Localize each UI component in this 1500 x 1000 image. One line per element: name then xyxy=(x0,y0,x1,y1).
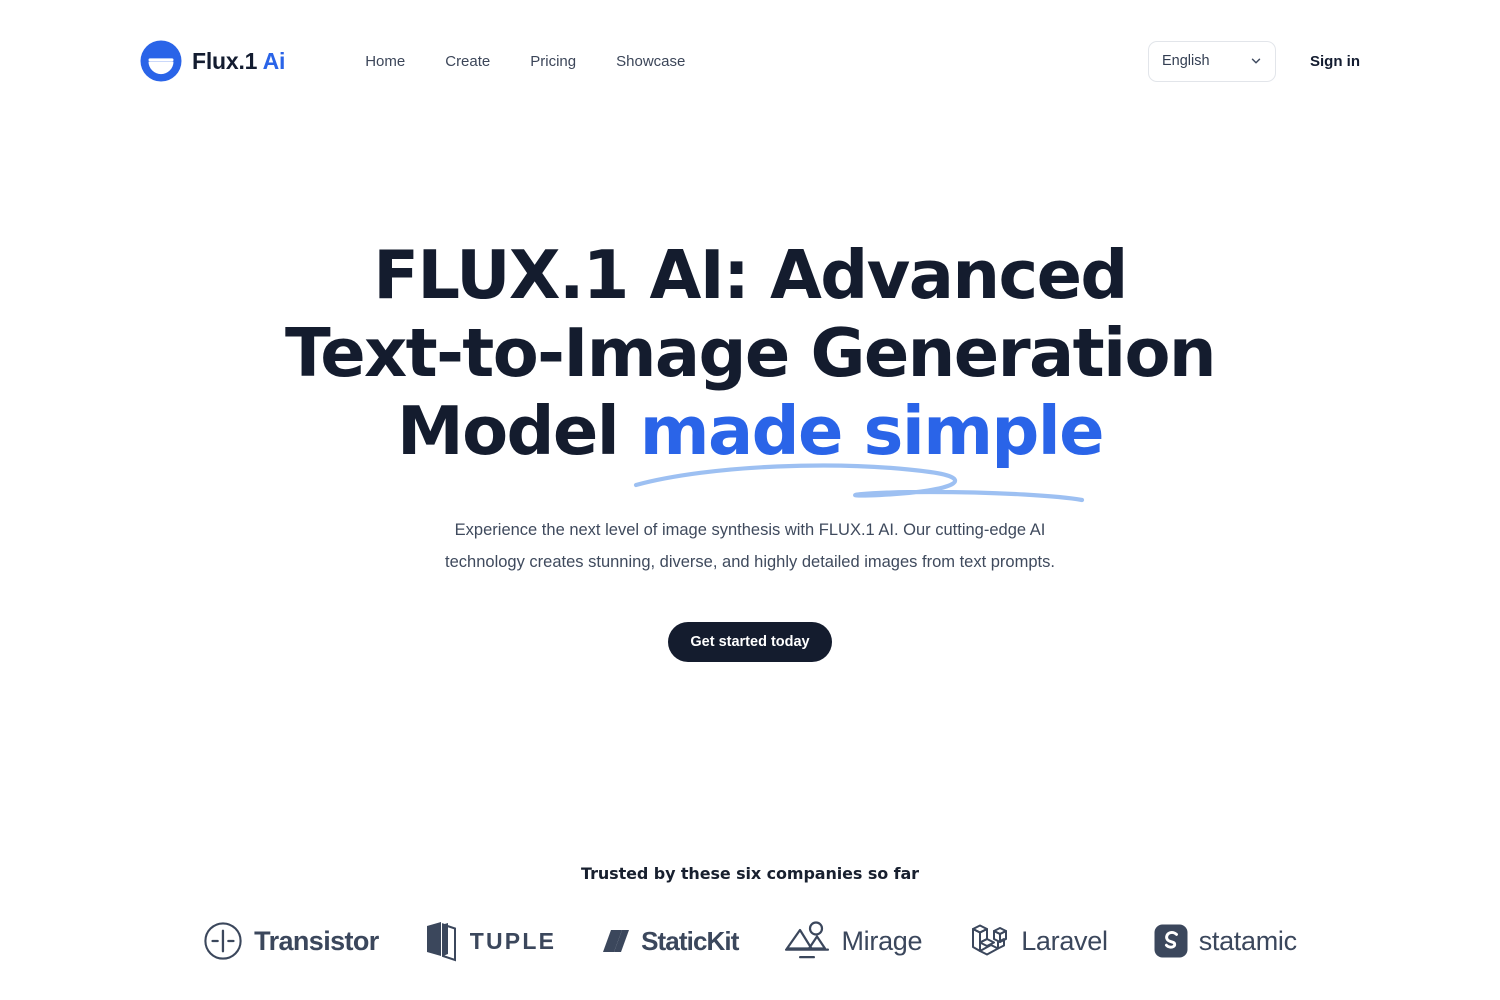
mirage-icon xyxy=(785,921,830,959)
company-name-transistor: Transistor xyxy=(254,925,379,956)
hero-cta-wrapper: Get started today xyxy=(0,622,1500,662)
primary-nav: Home Create Pricing Showcase xyxy=(347,45,705,78)
company-logo-statamic: statamic xyxy=(1154,919,1297,963)
brand-name-accent: Ai xyxy=(262,47,286,74)
statickit-icon xyxy=(603,930,630,952)
chevron-down-icon xyxy=(1251,58,1261,64)
hero-heading-line-1: FLUX.1 AI: Advanced xyxy=(373,236,1128,314)
hero-heading-line-3-prefix: Model xyxy=(397,392,640,470)
brand-name: Flux.1 Ai xyxy=(192,48,285,75)
landing-page: Flux.1 Ai Home Create Pricing Showcase E… xyxy=(0,0,1500,1000)
company-logo-statickit: StaticKit xyxy=(602,919,739,963)
nav-item-home[interactable]: Home xyxy=(347,45,425,78)
nav-item-showcase[interactable]: Showcase xyxy=(596,45,705,78)
company-logo-laravel: Laravel xyxy=(968,919,1108,963)
company-name-statamic: statamic xyxy=(1198,925,1297,956)
trusted-by-title: Trusted by these six companies so far xyxy=(581,864,919,883)
brand-name-main: Flux.1 xyxy=(192,47,258,74)
language-select-value: English xyxy=(1162,53,1210,69)
company-name-tuple: TUPLE xyxy=(469,927,557,954)
get-started-button[interactable]: Get started today xyxy=(668,622,832,662)
transistor-icon xyxy=(204,922,242,960)
company-logo-list: Transistor TUPLE StaticKit Mirage Larave… xyxy=(0,919,1500,963)
company-logo-tuple: TUPLE xyxy=(425,919,556,963)
hero-heading-highlight-text: made simple xyxy=(639,392,1105,470)
language-select[interactable]: English xyxy=(1148,40,1276,82)
company-logo-mirage: Mirage xyxy=(784,919,923,963)
flux-circle-icon xyxy=(140,40,182,82)
hero-section: FLUX.1 AI: Advanced Text-to-Image Genera… xyxy=(0,236,1500,662)
header-actions: English Sign in xyxy=(1148,40,1360,82)
hero-subtitle: Experience the next level of image synth… xyxy=(445,521,1055,571)
site-header: Flux.1 Ai Home Create Pricing Showcase E… xyxy=(0,0,1500,122)
company-logo-transistor: Transistor xyxy=(203,919,379,963)
trusted-by-section: Trusted by these six companies so far Tr… xyxy=(0,864,1500,963)
sign-in-link[interactable]: Sign in xyxy=(1310,53,1360,70)
laravel-icon xyxy=(972,924,1008,956)
tuple-icon xyxy=(426,922,456,962)
nav-item-create[interactable]: Create xyxy=(425,45,510,78)
hero-heading-highlight: made simple xyxy=(633,392,1105,503)
company-name-statickit: StaticKit xyxy=(641,925,739,956)
page-title: FLUX.1 AI: Advanced Text-to-Image Genera… xyxy=(270,236,1230,503)
nav-item-pricing[interactable]: Pricing xyxy=(510,45,596,78)
company-name-mirage: Mirage xyxy=(841,925,923,956)
statamic-icon xyxy=(1154,924,1188,958)
hero-heading-line-2: Text-to-Image Generation xyxy=(285,314,1217,392)
brand-logo-link[interactable]: Flux.1 Ai xyxy=(140,40,285,82)
company-name-laravel: Laravel xyxy=(1021,925,1108,956)
